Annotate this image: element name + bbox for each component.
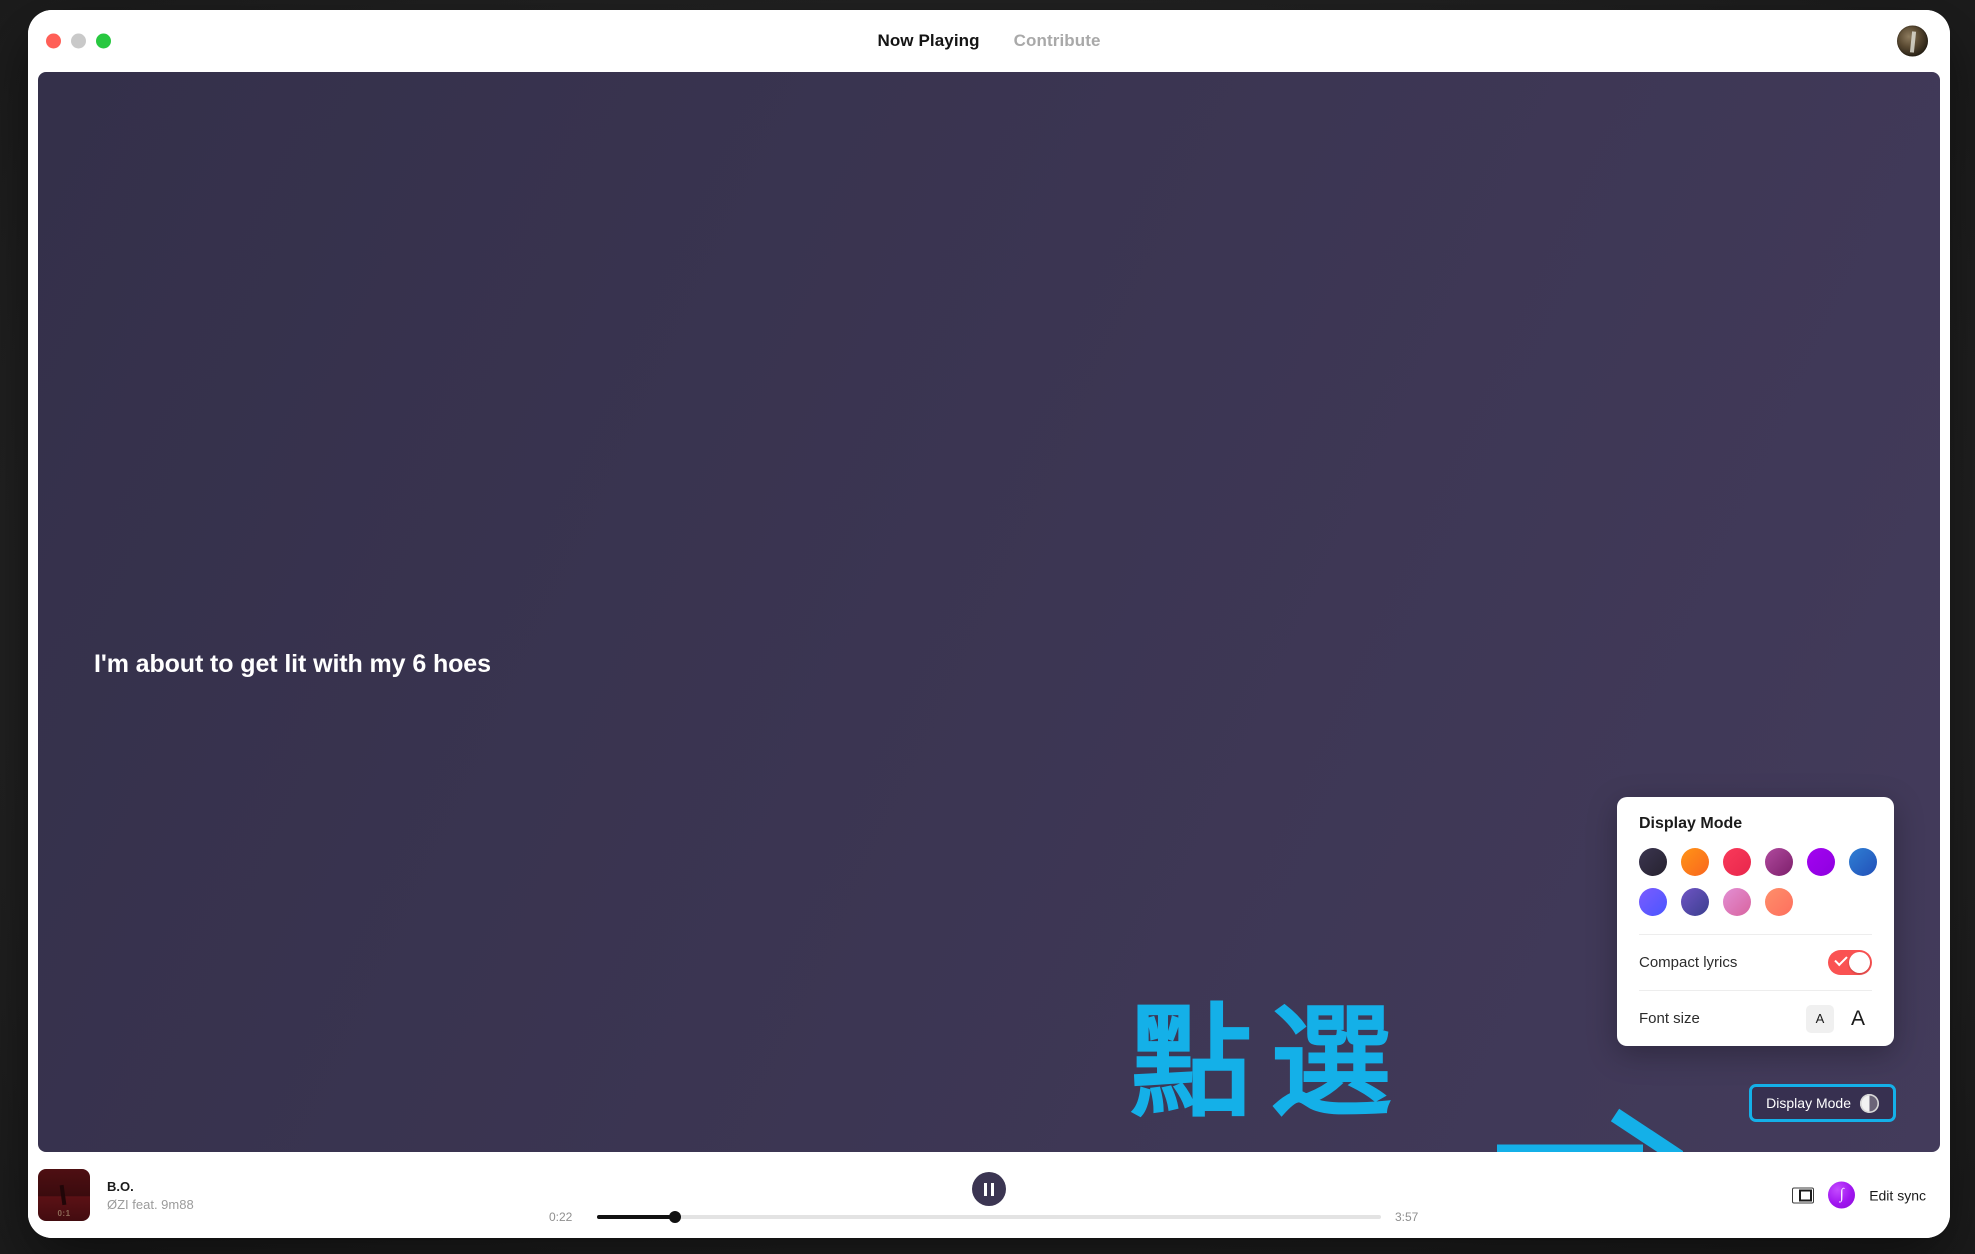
half-circle-icon: [1860, 1093, 1879, 1113]
total-time: 3:57: [1395, 1210, 1419, 1224]
font-size-large-button[interactable]: A: [1844, 1005, 1872, 1033]
progress-bar-fill: [597, 1215, 676, 1219]
popover-title: Display Mode: [1639, 815, 1743, 832]
tab-now-playing[interactable]: Now Playing: [877, 31, 979, 51]
font-size-label: Font size: [1639, 1010, 1700, 1027]
close-window-button[interactable]: [46, 33, 61, 49]
pause-bar-left: [984, 1182, 987, 1196]
swatch-pink-lavender[interactable]: [1723, 888, 1751, 916]
now-playing-track: 0:1 B.O. ØZI feat. 9m88: [38, 1169, 194, 1221]
display-mode-popover: Display Mode Compact lyrics Font size A …: [1617, 797, 1894, 1046]
minimize-window-button[interactable]: [71, 33, 86, 49]
progress-bar-handle[interactable]: [669, 1211, 682, 1223]
player-bar: 0:1 B.O. ØZI feat. 9m88 0:22 3:57 ∫ Edit…: [28, 1152, 1950, 1238]
annotation-text: 點選: [1130, 992, 1410, 1134]
app-window: Now Playing Contribute I'm about to get …: [28, 10, 1950, 1238]
track-meta: B.O. ØZI feat. 9m88: [107, 1179, 194, 1212]
avatar[interactable]: [1897, 25, 1928, 57]
compact-lyrics-toggle[interactable]: [1828, 950, 1872, 975]
lyrics-stage: I'm about to get lit with my 6 hoes 點選 D…: [38, 72, 1940, 1152]
swatch-blue[interactable]: [1849, 848, 1877, 876]
compact-lyrics-row: Compact lyrics: [1639, 934, 1872, 990]
check-icon: [1834, 952, 1848, 967]
font-size-options: A A: [1806, 1004, 1872, 1033]
album-art[interactable]: 0:1: [38, 1169, 90, 1221]
current-time: 0:22: [549, 1210, 573, 1224]
compact-lyrics-label: Compact lyrics: [1639, 954, 1738, 971]
track-title: B.O.: [107, 1178, 134, 1194]
progress-section: 0:22 3:57: [549, 1210, 1429, 1224]
color-swatch-grid: [1639, 848, 1877, 934]
title-bar: Now Playing Contribute: [28, 10, 1950, 72]
edit-sync-button[interactable]: Edit sync: [1869, 1187, 1926, 1203]
swatch-dark-charcoal[interactable]: [1639, 848, 1667, 876]
active-lyric-line: I'm about to get lit with my 6 hoes: [94, 650, 491, 678]
progress-bar[interactable]: [597, 1211, 1381, 1223]
mini-player-icon[interactable]: [1792, 1187, 1815, 1203]
swatch-indigo-blue[interactable]: [1639, 888, 1667, 916]
toggle-knob: [1849, 952, 1870, 973]
nav-tabs: Now Playing Contribute: [877, 31, 1100, 51]
desktop-background: Now Playing Contribute I'm about to get …: [0, 0, 1975, 1254]
font-size-small-button[interactable]: A: [1806, 1004, 1834, 1033]
album-art-label: 0:1: [57, 1209, 71, 1218]
maximize-window-button[interactable]: [96, 33, 111, 49]
pause-button[interactable]: [972, 1172, 1006, 1206]
album-art-figure: [59, 1184, 67, 1205]
swatch-deep-purple[interactable]: [1681, 888, 1709, 916]
swatch-magenta-plum[interactable]: [1765, 848, 1793, 876]
tab-contribute[interactable]: Contribute: [1014, 31, 1101, 51]
pause-bar-right: [991, 1182, 994, 1196]
font-size-row: Font size A A: [1639, 990, 1872, 1046]
window-controls: [46, 33, 111, 49]
swatch-orange[interactable]: [1681, 848, 1709, 876]
annotation-arrow-icon: [1497, 1108, 1683, 1152]
transport-controls: [972, 1172, 1006, 1206]
swatch-red-pink[interactable]: [1723, 848, 1751, 876]
display-mode-button-label: Display Mode: [1766, 1095, 1851, 1111]
sync-logo-icon[interactable]: ∫: [1828, 1181, 1856, 1209]
swatch-violet[interactable]: [1807, 848, 1835, 876]
swatch-coral[interactable]: [1765, 888, 1793, 916]
player-right-controls: ∫ Edit sync: [1792, 1181, 1926, 1209]
track-artist: ØZI feat. 9m88: [107, 1196, 194, 1212]
display-mode-button[interactable]: Display Mode: [1749, 1084, 1896, 1122]
